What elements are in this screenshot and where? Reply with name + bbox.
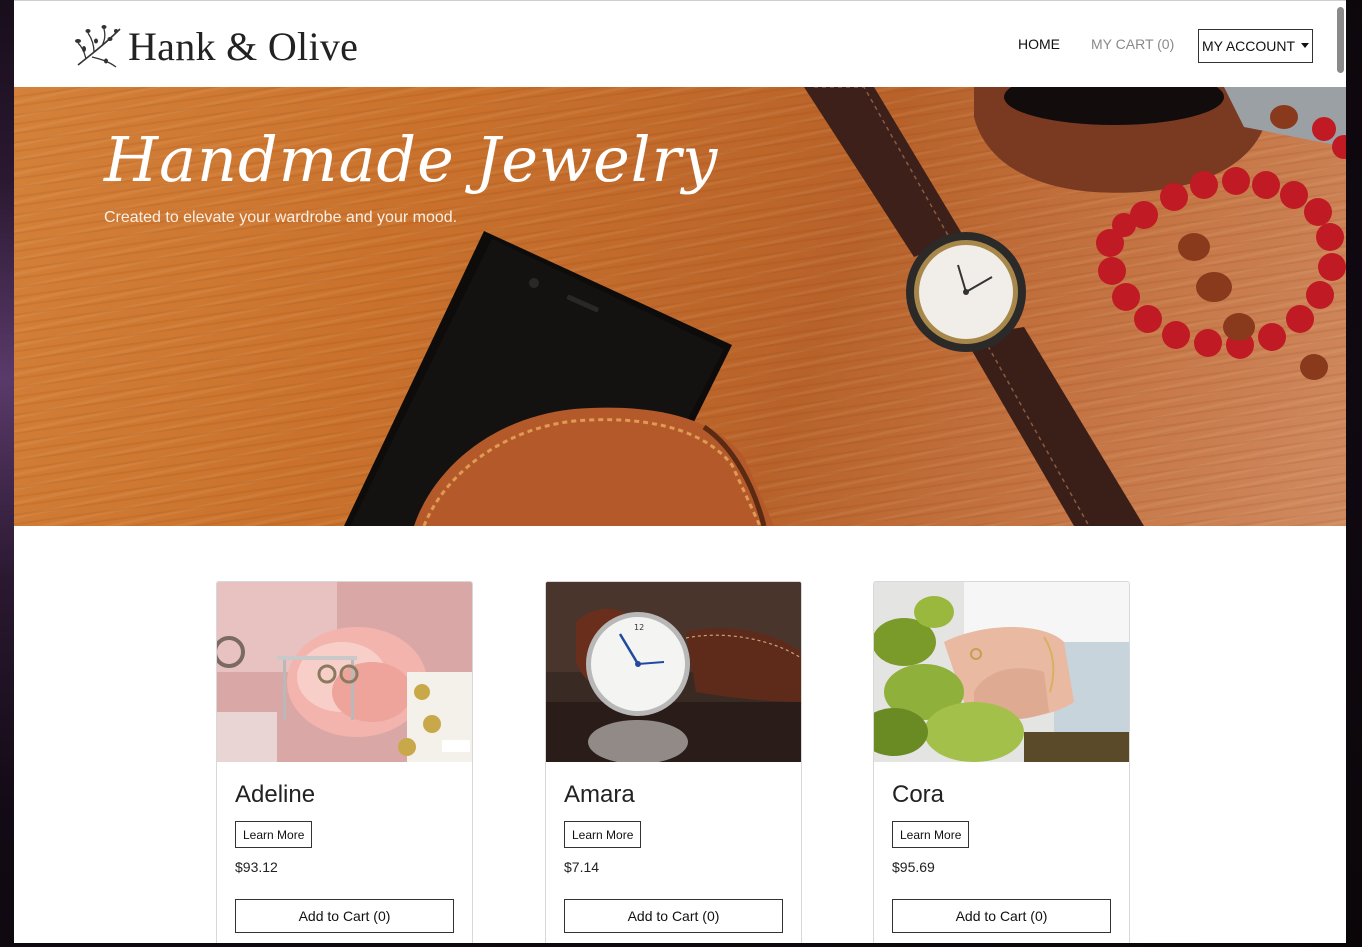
vertical-scrollbar[interactable] bbox=[1337, 7, 1344, 73]
my-account-dropdown[interactable]: MY ACCOUNT bbox=[1198, 29, 1313, 63]
product-name: Amara bbox=[564, 781, 635, 808]
navbar: Hank & Olive HOME MY CART (0) MY ACCOUNT bbox=[14, 1, 1346, 87]
product-image-watch: 12 bbox=[546, 582, 801, 762]
caret-down-icon bbox=[1301, 42, 1310, 48]
product-card-cora: Cora Learn More $95.69 Add to Cart (0) bbox=[873, 581, 1130, 943]
add-to-cart-button[interactable]: Add to Cart (0) bbox=[564, 899, 783, 933]
svg-text:12: 12 bbox=[634, 623, 644, 632]
product-price: $7.14 bbox=[564, 859, 600, 875]
product-image-earrings bbox=[217, 582, 472, 762]
nav-home-link[interactable]: HOME bbox=[1018, 36, 1060, 52]
hero-title: Handmade Jewelry bbox=[104, 123, 719, 196]
add-to-cart-button[interactable]: Add to Cart (0) bbox=[235, 899, 454, 933]
browser-window: Hank & Olive HOME MY CART (0) MY ACCOUNT bbox=[14, 0, 1346, 943]
product-name: Adeline bbox=[235, 781, 316, 808]
product-image-bracelet bbox=[874, 582, 1129, 762]
nav-cart-link[interactable]: MY CART (0) bbox=[1091, 36, 1174, 52]
brand-name: Hank & Olive bbox=[128, 23, 359, 69]
hero-subtitle: Created to elevate your wardrobe and you… bbox=[104, 209, 458, 226]
add-to-cart-button[interactable]: Add to Cart (0) bbox=[892, 899, 1111, 933]
learn-more-button[interactable]: Learn More bbox=[564, 821, 642, 848]
brand[interactable]: Hank & Olive bbox=[72, 19, 358, 73]
product-price: $93.12 bbox=[235, 859, 278, 875]
learn-more-button[interactable]: Learn More bbox=[235, 821, 313, 848]
product-card-amara: 12 Amara Learn More $7.14 Add to Cart (0… bbox=[545, 581, 802, 943]
product-card-adeline: Adeline Learn More $93.12 Add to Cart (0… bbox=[216, 581, 473, 943]
hero-banner: Handmade Jewelry Created to elevate your… bbox=[14, 87, 1346, 526]
branch-logo-icon bbox=[75, 25, 121, 68]
learn-more-button[interactable]: Learn More bbox=[892, 821, 970, 848]
my-account-label: MY ACCOUNT bbox=[1201, 38, 1296, 54]
product-price: $95.69 bbox=[892, 859, 935, 875]
product-name: Cora bbox=[892, 781, 945, 808]
